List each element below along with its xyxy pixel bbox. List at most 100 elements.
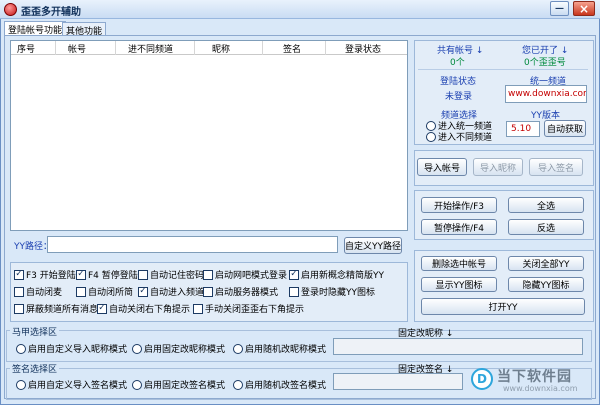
opened-value: 0个歪歪号 bbox=[524, 58, 566, 68]
option-checkbox[interactable]: ✓ 自动关闭右下角提示 bbox=[97, 302, 190, 315]
radio-icon bbox=[426, 120, 436, 131]
option-checkbox[interactable]: 启动服务器模式 bbox=[203, 285, 278, 298]
unified-channel-input[interactable]: www.downxia.com bbox=[505, 85, 587, 103]
column-divider bbox=[115, 41, 116, 55]
radio-icon bbox=[426, 131, 436, 142]
radio-different-channel[interactable]: 进入不同频道 bbox=[426, 130, 492, 143]
minimize-button[interactable]: — bbox=[550, 1, 569, 16]
tab-login[interactable]: 登陆帐号功能 bbox=[4, 21, 67, 36]
option-label: 自动记住密码 bbox=[150, 271, 205, 281]
option-checkbox[interactable]: 自动闭所简 bbox=[76, 285, 133, 298]
watermark-url: www.downxia.com bbox=[503, 384, 578, 393]
table-header: 序号 帐号 进不同频道 昵称 签名 登录状态 bbox=[11, 41, 407, 55]
radio-icon bbox=[16, 343, 26, 354]
unchecked-icon bbox=[203, 269, 213, 280]
import-account-button[interactable]: 导入帐号 bbox=[417, 158, 467, 176]
option-label: F3 开始登陆 bbox=[26, 271, 76, 281]
total-accounts-value: 0个 bbox=[450, 58, 465, 68]
minimize-icon: — bbox=[555, 3, 564, 14]
watermark-name: 当下软件园 bbox=[497, 369, 572, 385]
checked-icon: ✓ bbox=[97, 303, 107, 314]
select-all-button[interactable]: 全选 bbox=[508, 197, 584, 213]
radio-vest-fixed[interactable]: 启用固定改昵称模式 bbox=[132, 342, 225, 355]
radio-icon bbox=[132, 379, 142, 390]
column-header: 昵称 bbox=[212, 45, 231, 55]
option-checkbox[interactable]: 屏蔽频道所有消息 bbox=[14, 302, 98, 315]
fixed-nickname-input[interactable] bbox=[333, 338, 583, 355]
invert-selection-button[interactable]: 反选 bbox=[508, 219, 584, 235]
option-checkbox[interactable]: ✓ 自动进入频道 bbox=[138, 285, 204, 298]
title-bar bbox=[0, 0, 600, 19]
import-signature-button[interactable]: 导入签名 bbox=[529, 158, 583, 176]
option-label: 自动关闭右下角提示 bbox=[109, 305, 191, 315]
column-header: 登录状态 bbox=[345, 45, 382, 55]
radio-icon bbox=[132, 343, 142, 354]
unchecked-icon bbox=[76, 286, 86, 297]
vest-group-title: 马甲选择区 bbox=[10, 325, 60, 338]
custom-yy-path-button[interactable]: 自定义YY路径 bbox=[344, 237, 402, 254]
option-label: 启动网吧模式登录 bbox=[215, 271, 288, 281]
checked-icon: ✓ bbox=[76, 269, 86, 280]
close-button[interactable]: × bbox=[573, 1, 595, 16]
unchecked-icon bbox=[14, 286, 24, 297]
option-label: F4 暂停登陆 bbox=[88, 271, 138, 281]
radio-signature-fixed[interactable]: 启用固定改签名模式 bbox=[132, 378, 225, 391]
close-icon: × bbox=[578, 1, 590, 16]
column-divider bbox=[325, 41, 326, 55]
unchecked-icon bbox=[203, 286, 213, 297]
column-divider bbox=[55, 41, 56, 55]
option-checkbox[interactable]: 自动闭麦 bbox=[14, 285, 62, 298]
option-checkbox[interactable]: 自动记住密码 bbox=[138, 268, 204, 281]
start-button[interactable]: 开始操作/F3 bbox=[421, 197, 497, 213]
column-header: 签名 bbox=[283, 45, 302, 55]
checked-icon: ✓ bbox=[14, 269, 24, 280]
window-title: 歪歪多开辅助 bbox=[21, 7, 81, 18]
radio-icon bbox=[16, 379, 26, 390]
auto-get-button[interactable]: 自动获取 bbox=[544, 120, 586, 137]
radio-signature-import[interactable]: 启用自定义导入签名模式 bbox=[16, 378, 127, 391]
option-label: 启用新概念精简版YY bbox=[301, 271, 384, 281]
radio-vest-random[interactable]: 启用随机改昵称模式 bbox=[233, 342, 326, 355]
hide-yy-icon-button[interactable]: 隐藏YY图标 bbox=[508, 277, 584, 292]
column-divider bbox=[194, 41, 195, 55]
pause-button[interactable]: 暂停操作/F4 bbox=[421, 219, 497, 235]
account-table[interactable]: 序号 帐号 进不同频道 昵称 签名 登录状态 bbox=[10, 40, 408, 231]
login-state-label: 登陆状态 bbox=[440, 77, 477, 87]
checked-icon: ✓ bbox=[289, 269, 299, 280]
unchecked-icon bbox=[138, 269, 148, 280]
fixed-signature-input[interactable] bbox=[333, 373, 463, 390]
option-checkbox[interactable]: 登录时隐藏YY图标 bbox=[289, 285, 375, 298]
login-state-value: 未登录 bbox=[445, 92, 473, 102]
radio-signature-random[interactable]: 启用随机改签名模式 bbox=[233, 378, 326, 391]
option-label: 手动关闭歪歪右下角提示 bbox=[205, 305, 305, 315]
option-checkbox[interactable]: 启动网吧模式登录 bbox=[203, 268, 287, 281]
radio-icon bbox=[233, 343, 243, 354]
unchecked-icon bbox=[14, 303, 24, 314]
column-header: 进不同频道 bbox=[128, 45, 174, 55]
divider bbox=[418, 69, 588, 70]
radio-icon bbox=[233, 379, 243, 390]
radio-vest-import[interactable]: 启用自定义导入昵称模式 bbox=[16, 342, 127, 355]
open-yy-button[interactable]: 打开YY bbox=[421, 298, 585, 315]
yy-path-input[interactable] bbox=[47, 236, 338, 253]
option-checkbox[interactable]: ✓ 启用新概念精简版YY bbox=[289, 268, 384, 281]
import-nickname-button[interactable]: 导入昵称 bbox=[473, 158, 523, 176]
column-divider bbox=[262, 41, 263, 55]
option-label: 启动服务器模式 bbox=[215, 288, 279, 298]
unchecked-icon bbox=[289, 286, 299, 297]
option-checkbox[interactable]: ✓ F4 暂停登陆 bbox=[76, 268, 138, 281]
column-header: 帐号 bbox=[68, 45, 87, 55]
tab-other[interactable]: 其他功能 bbox=[62, 22, 107, 37]
watermark-logo-icon: D bbox=[471, 368, 493, 390]
option-checkbox[interactable]: 手动关闭歪歪右下角提示 bbox=[193, 302, 304, 315]
close-all-yy-button[interactable]: 关闭全部YY bbox=[508, 256, 584, 271]
show-yy-icon-button[interactable]: 显示YY图标 bbox=[421, 277, 497, 292]
option-checkbox[interactable]: ✓ F3 开始登陆 bbox=[14, 268, 76, 281]
signature-group-title: 签名选择区 bbox=[10, 362, 60, 375]
unchecked-icon bbox=[193, 303, 203, 314]
delete-selected-button[interactable]: 删除选中帐号 bbox=[421, 256, 497, 271]
option-label: 自动闭所简 bbox=[88, 288, 134, 298]
yy-version-input[interactable]: 5.10 bbox=[506, 121, 540, 137]
column-header: 序号 bbox=[17, 45, 36, 55]
checked-icon: ✓ bbox=[138, 286, 148, 297]
